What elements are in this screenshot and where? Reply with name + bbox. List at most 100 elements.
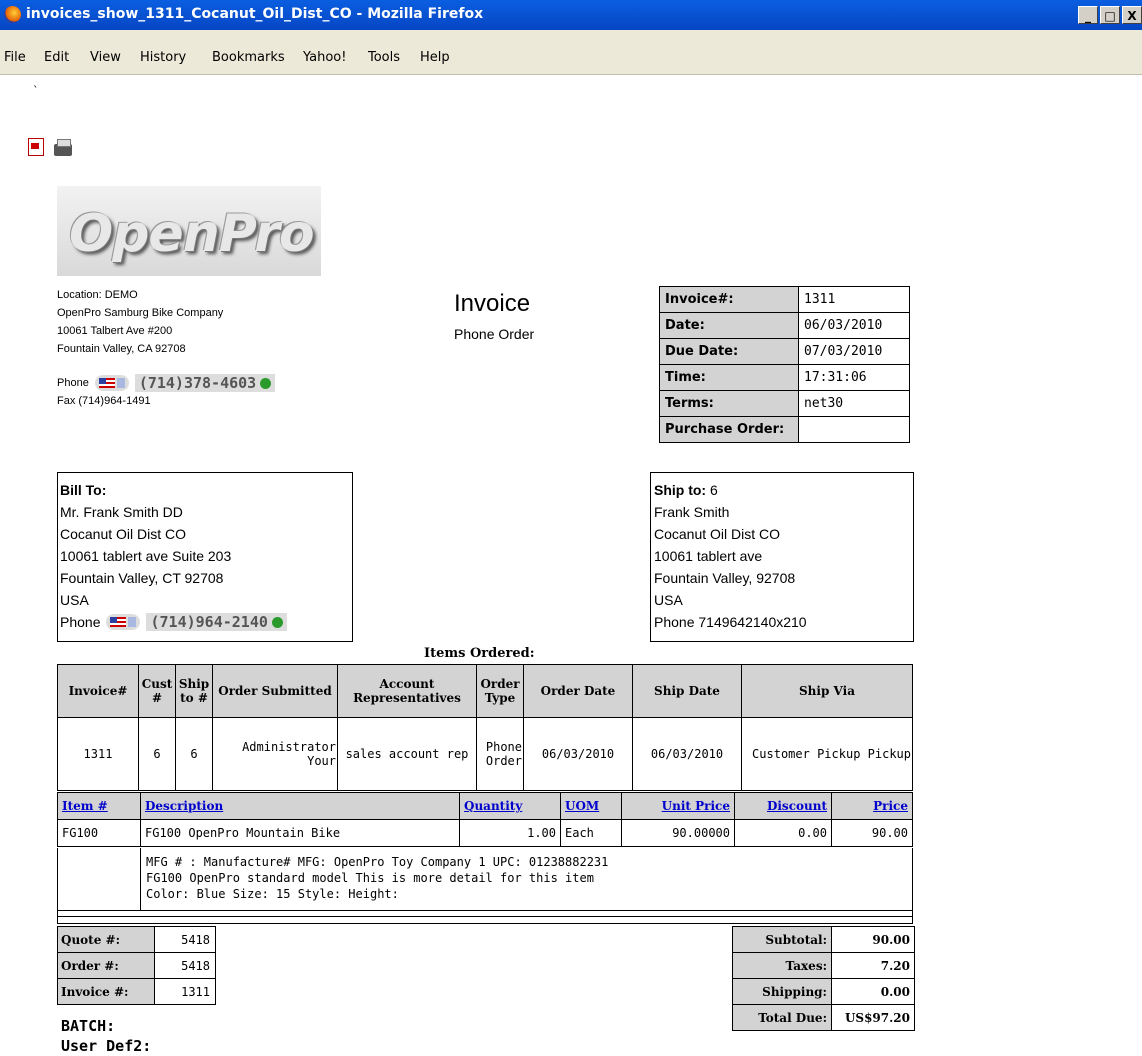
ref-value: 5418 [154,952,216,979]
items-header-quantity[interactable]: Quantity [459,792,561,820]
ref-value: 5418 [154,926,216,953]
meta-value: 17:31:06 [798,364,910,391]
item-cell: 90.00 [831,819,913,847]
order-header: Account Representatives [337,664,477,718]
ship-to-line: Cocanut Oil Dist CO [654,526,781,542]
order-cell: Administrator Your [212,717,338,791]
menu-edit[interactable]: Edit [44,50,69,65]
call-icon[interactable] [271,616,283,628]
menu-tools[interactable]: Tools [368,50,400,65]
meta-label: Purchase Order: [659,416,799,443]
meta-value: 07/03/2010 [798,338,910,365]
order-cell: 6 [138,717,176,791]
company-phone[interactable]: (714)378-4603 [134,374,276,392]
order-header: Invoice# [57,664,139,718]
table-row: Total Due: US$97.20 [732,1004,915,1031]
order-header: Ship Via [741,664,913,718]
ship-to-line: 10061 tablert ave [654,548,763,564]
batch-label: BATCH: [61,1017,116,1035]
menu-bookmarks[interactable]: Bookmarks [212,50,285,65]
reference-table: Quote #: 5418 Order #: 5418 Invoice #: 1311 [57,926,216,1005]
item-cell: 1.00 [459,819,561,847]
pdf-icon[interactable] [28,138,44,156]
meta-row: Date: 06/03/2010 [659,312,910,339]
menu-yahoo[interactable]: Yahoo! [303,50,346,65]
table-row: Taxes: 7.20 [732,952,915,979]
company-name: OpenPro Samburg Bike Company [57,307,224,319]
meta-row: Due Date: 07/03/2010 [659,338,910,365]
table-row: Shipping: 0.00 [732,978,915,1005]
total-label: Shipping: [732,978,832,1005]
company-address2: Fountain Valley, CA 92708 [57,343,186,355]
meta-label: Date: [659,312,799,339]
ref-label: Order #: [57,952,155,979]
meta-row: Invoice#: 1311 [659,286,910,313]
item-cell: FG100 [57,819,141,847]
item-cell: FG100 OpenPro Mountain Bike [140,819,460,847]
items-header-description[interactable]: Description [140,792,460,820]
meta-label: Terms: [659,390,799,417]
bill-to-line: Cocanut Oil Dist CO [60,526,187,542]
order-cell: Customer Pickup Pickup [741,717,913,791]
item-cell: 0.00 [734,819,832,847]
item-cell: Each [560,819,622,847]
ref-label: Invoice #: [57,978,155,1005]
invoice-meta-table: Invoice#: 1311 Date: 06/03/2010 Due Date: 0… [659,286,910,443]
ship-to-line: Frank Smith [654,504,730,520]
menu-help[interactable]: Help [420,50,450,65]
company-logo: OpenPro [57,186,321,276]
items-ordered-title: Items Ordered: [424,646,535,661]
company-phone-label: Phone [57,377,89,389]
menu-view[interactable]: View [90,50,121,65]
stray-mark: ` [33,84,39,97]
window-titlebar: invoices_show_1311_Cocanut_Oil_Dist_CO -… [0,0,1142,30]
item-detail-line: FG100 OpenPro standard model This is mor… [146,871,594,885]
ref-value: 1311 [154,978,216,1005]
user-def2-label: User Def2: [61,1037,152,1055]
items-header-item[interactable]: Item # [57,792,141,820]
order-header: Ship Date [632,664,742,718]
menu-history[interactable]: History [140,50,186,65]
items-header-discount[interactable]: Discount [734,792,832,820]
invoice-title: Invoice [454,290,531,317]
meta-row: Time: 17:31:06 [659,364,910,391]
flag-dropdown[interactable] [94,375,129,391]
flag-dropdown[interactable] [106,614,141,630]
order-header: Order Submitted [212,664,338,718]
call-icon[interactable] [260,377,272,389]
logo-text: OpenPro [69,204,315,264]
print-icon[interactable] [54,139,72,156]
bill-to-phone[interactable]: (714)964-2140 [146,613,287,631]
items-header-uom[interactable]: UOM [560,792,622,820]
order-cell: sales account rep [337,717,477,791]
items-header-price[interactable]: Price [831,792,913,820]
company-fax: Fax (714)964-1491 [57,395,151,407]
ship-to-line: Fountain Valley, 92708 [654,570,796,586]
ship-to-line: Phone 7149642140x210 [654,614,807,630]
bill-to-line: Mr. Frank Smith DD [60,504,183,520]
item-detail-line: Color: Blue Size: 15 Style: Height: [146,887,399,901]
ship-to-number: 6 [710,482,718,498]
order-cell: 06/03/2010 [523,717,633,791]
minimize-button[interactable]: _ [1078,6,1098,24]
company-address1: 10061 Talbert Ave #200 [57,325,173,337]
invoice-subtitle: Phone Order [454,326,535,342]
total-value: 7.20 [831,952,915,979]
order-cell: 06/03/2010 [632,717,742,791]
order-header: Ship to # [175,664,213,718]
order-header: Order Type [476,664,524,718]
close-button[interactable]: X [1122,6,1142,24]
table-row: Order #: 5418 [57,952,216,979]
ref-label: Quote #: [57,926,155,953]
total-value: 0.00 [831,978,915,1005]
maximize-button[interactable]: □ [1100,6,1120,24]
items-header-unit-price[interactable]: Unit Price [621,792,735,820]
item-detail: MFG # : Manufacture# MFG: OpenPro Toy Co… [57,848,913,924]
menu-file[interactable]: File [4,50,26,65]
firefox-icon [4,6,21,23]
ship-to-heading: Ship to: [654,482,707,498]
items-table: Item # Description Quantity UOM Unit Pri… [57,792,913,847]
item-detail-line: MFG # : Manufacture# MFG: OpenPro Toy Co… [146,855,609,869]
total-label: Taxes: [732,952,832,979]
dropdown-icon [116,378,125,388]
